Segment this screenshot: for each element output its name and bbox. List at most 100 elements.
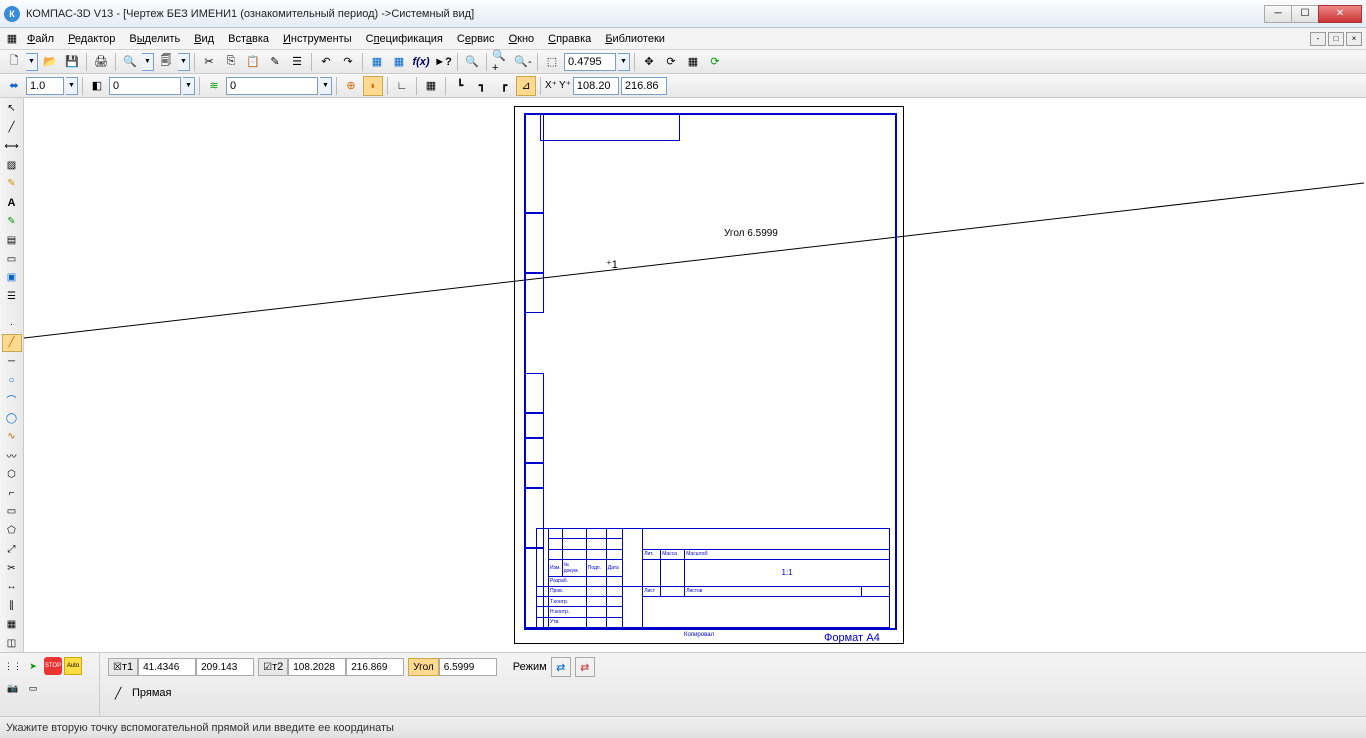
new-dropdown[interactable]: ▼ <box>26 53 38 71</box>
tool-sheet[interactable]: ▭ <box>2 250 22 268</box>
cut-button[interactable]: ✂ <box>199 52 219 72</box>
tool-spec[interactable]: ☰ <box>2 288 22 306</box>
snap-1[interactable]: ⊕ <box>341 76 361 96</box>
menu-insert[interactable]: Вставка <box>221 30 276 48</box>
tool-spline[interactable]: ∿ <box>2 428 22 446</box>
minimize-button[interactable]: ─ <box>1264 5 1292 23</box>
mdi-close[interactable]: × <box>1346 32 1362 46</box>
mode-1[interactable]: ⇄ <box>551 657 571 677</box>
mode-2[interactable]: ⇄ <box>575 657 595 677</box>
menu-tools[interactable]: Инструменты <box>276 30 359 48</box>
t2-x-input[interactable] <box>288 658 346 676</box>
coord-x-input[interactable] <box>573 77 619 95</box>
menu-service[interactable]: Сервис <box>450 30 502 48</box>
fx-button[interactable]: f(x) <box>411 52 431 72</box>
tool-extend[interactable]: ↔ <box>2 578 22 596</box>
tool-arc[interactable]: ⌒ <box>2 390 22 408</box>
copy-button[interactable]: ⎘ <box>221 52 241 72</box>
menu-help[interactable]: Справка <box>541 30 598 48</box>
tool-group[interactable]: ▦ <box>2 616 22 634</box>
tool-aux-line[interactable]: ╱ <box>2 334 22 352</box>
mdi-minimize[interactable]: - <box>1310 32 1326 46</box>
canvas[interactable]: Угол 6.5999 ⁺1 Лит.МассаМасштаб Изм <box>24 98 1366 652</box>
tool-fillet[interactable]: ⌐ <box>2 484 22 502</box>
view-icon[interactable]: ▦ <box>683 52 703 72</box>
tool-ellipse[interactable]: ◯ <box>2 409 22 427</box>
print-button[interactable]: 🖨 <box>91 52 111 72</box>
help-button[interactable]: ►? <box>433 52 453 72</box>
props-button[interactable]: ☰ <box>287 52 307 72</box>
tool-circle[interactable]: ○ <box>2 372 22 390</box>
open-button[interactable]: 📂 <box>40 52 60 72</box>
snap-2[interactable]: ◗ <box>363 76 383 96</box>
tool-pointer[interactable]: ↖ <box>2 100 22 118</box>
menu-file[interactable]: Файл <box>20 30 61 48</box>
menu-view[interactable]: Вид <box>187 30 221 48</box>
pan-icon[interactable]: ✥ <box>639 52 659 72</box>
auto-icon[interactable]: Auto <box>64 657 82 675</box>
tool-text[interactable]: A <box>2 194 22 212</box>
tool-pt[interactable]: · <box>2 315 22 333</box>
close-button[interactable]: ✕ <box>1318 5 1362 23</box>
style-dd[interactable]: ▼ <box>183 77 195 95</box>
save-button[interactable]: 💾 <box>62 52 82 72</box>
step-dd[interactable]: ▼ <box>66 77 78 95</box>
paste-button[interactable]: 📋 <box>243 52 263 72</box>
layer-input[interactable] <box>226 77 318 95</box>
angle-toggle[interactable]: Угол <box>408 658 439 676</box>
tool-hatch[interactable]: ▨ <box>2 156 22 174</box>
camera-icon[interactable]: 📷 <box>4 679 22 697</box>
coord-y-input[interactable] <box>621 77 667 95</box>
style-icon[interactable]: ◧ <box>87 76 107 96</box>
t1-y-input[interactable] <box>196 658 254 676</box>
t2-y-input[interactable] <box>346 658 404 676</box>
menu-spec[interactable]: Спецификация <box>359 30 450 48</box>
zoom-out-icon[interactable]: 🔍- <box>513 52 533 72</box>
new-button[interactable]: 🗋 <box>4 52 24 72</box>
axis-3[interactable]: ┏ <box>494 76 514 96</box>
rotate-icon[interactable]: ⟳ <box>661 52 681 72</box>
brush-button[interactable]: ✎ <box>265 52 285 72</box>
zoom-fit-icon[interactable]: 🔍 <box>462 52 482 72</box>
preview-dd[interactable]: ▼ <box>142 53 154 71</box>
handle-icon[interactable]: ⋮⋮ <box>4 657 22 675</box>
tool-rect[interactable]: ▭ <box>2 503 22 521</box>
page-button[interactable]: 🗐 <box>156 52 176 72</box>
ortho-icon[interactable]: ∟ <box>392 76 412 96</box>
tool-chamfer[interactable]: ⬡ <box>2 465 22 483</box>
style-input[interactable] <box>109 77 181 95</box>
manager-1[interactable]: ▦ <box>367 52 387 72</box>
redo-button[interactable]: ↷ <box>338 52 358 72</box>
zoom-in-icon[interactable]: 🔍+ <box>491 52 511 72</box>
menu-window[interactable]: Окно <box>502 30 542 48</box>
tool-trim[interactable]: ✂ <box>2 559 22 577</box>
grid-icon[interactable]: ▦ <box>421 76 441 96</box>
layer-icon[interactable]: ≋ <box>204 76 224 96</box>
preview-button[interactable]: 🔍 <box>120 52 140 72</box>
layer-dd[interactable]: ▼ <box>320 77 332 95</box>
tool-break[interactable]: ⤢ <box>2 540 22 558</box>
tool-view[interactable]: ▣ <box>2 269 22 287</box>
zoom-dd[interactable]: ▼ <box>618 53 630 71</box>
tool-poly[interactable]: ⬠ <box>2 522 22 540</box>
tool-line[interactable]: ╱ <box>2 119 22 137</box>
zoom-input[interactable] <box>564 53 616 71</box>
undo-button[interactable]: ↶ <box>316 52 336 72</box>
tool-equid[interactable]: ∥ <box>2 597 22 615</box>
angle-input[interactable] <box>439 658 497 676</box>
tool-contour[interactable]: ◫ <box>2 634 22 652</box>
arrow-icon[interactable]: ➤ <box>24 657 42 675</box>
zoom-window-icon[interactable]: ⬚ <box>542 52 562 72</box>
menu-select[interactable]: Выделить <box>122 30 187 48</box>
tool-bezier[interactable]: 〰 <box>2 447 22 465</box>
t1-toggle[interactable]: ☒т1 <box>108 658 138 676</box>
axis-1[interactable]: ┗ <box>450 76 470 96</box>
axis-4[interactable]: ⊿ <box>516 76 536 96</box>
axis-2[interactable]: ┓ <box>472 76 492 96</box>
page-dd[interactable]: ▼ <box>178 53 190 71</box>
tool-dim[interactable]: ⟷ <box>2 138 22 156</box>
tool-edit[interactable]: ✎ <box>2 213 22 231</box>
app-menu-icon[interactable]: ▦ <box>4 29 20 49</box>
tool-param[interactable]: ▤ <box>2 231 22 249</box>
tool-measure[interactable]: ✎ <box>2 175 22 193</box>
